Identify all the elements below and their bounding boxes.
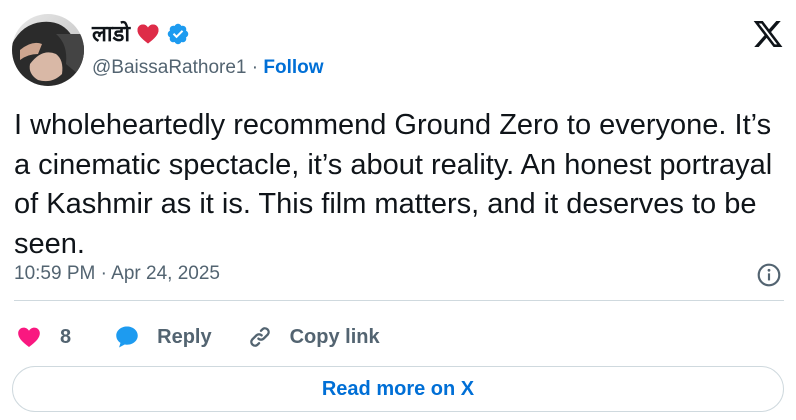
info-icon[interactable] (756, 262, 782, 288)
tweet-embed-card: लाडो @BaissaRathore1 · Follow I wholehea… (0, 0, 796, 420)
copy-link-button[interactable]: Copy link (246, 323, 380, 351)
red-heart-emoji-icon (136, 22, 160, 46)
follow-button[interactable]: Follow (263, 57, 323, 78)
author-display-name[interactable]: लाडो (92, 20, 130, 48)
tweet-text: I wholeheartedly recommend Ground Zero t… (14, 109, 773, 260)
tweet-timestamp[interactable]: 10:59 PM · Apr 24, 2025 (14, 262, 220, 286)
author-name-row: लाडो (92, 18, 190, 50)
author-handle-row: @BaissaRathore1 · Follow (92, 56, 324, 80)
handle-separator: · (251, 57, 259, 78)
link-icon (246, 323, 274, 351)
x-logo-icon[interactable] (752, 18, 784, 50)
verified-badge-icon[interactable] (166, 22, 190, 46)
speech-bubble-icon (113, 323, 141, 351)
avatar-photo (12, 14, 84, 86)
heart-icon (16, 324, 42, 350)
read-more-button[interactable]: Read more on X (12, 366, 784, 412)
divider (14, 300, 784, 301)
action-bar: 8 Reply Copy link (16, 322, 380, 352)
reply-label: Reply (157, 325, 212, 348)
author-handle[interactable]: @BaissaRathore1 (92, 57, 246, 78)
like-button[interactable]: 8 (16, 324, 71, 350)
copy-link-label: Copy link (289, 325, 380, 348)
reply-button[interactable]: Reply (113, 323, 212, 351)
author-avatar[interactable] (12, 14, 84, 86)
like-count: 8 (60, 325, 72, 348)
